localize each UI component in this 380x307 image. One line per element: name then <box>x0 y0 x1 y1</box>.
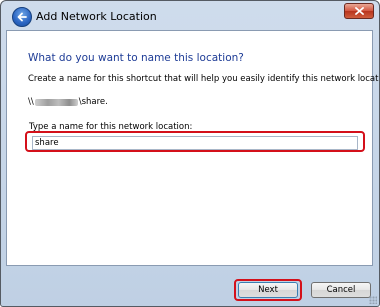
name-field-highlight <box>25 131 365 152</box>
wizard-content: Add Network Location What do you want to… <box>6 7 379 266</box>
location-name-input[interactable] <box>32 136 358 150</box>
path-suffix: \share. <box>78 97 108 107</box>
page-heading: What do you want to name this location? <box>28 52 244 64</box>
window-title: Add Network Location <box>36 10 157 23</box>
cancel-button[interactable]: Cancel <box>311 282 371 298</box>
button-bar: Next Cancel <box>1 266 379 306</box>
network-path: \\ \share. <box>28 97 108 107</box>
redacted-host <box>34 98 78 106</box>
resize-grip[interactable] <box>369 296 377 304</box>
back-button[interactable] <box>12 7 32 27</box>
instruction-text: Create a name for this shortcut that wil… <box>28 74 380 84</box>
path-prefix: \\ <box>28 97 34 107</box>
close-icon <box>355 7 364 15</box>
close-button[interactable] <box>344 3 374 19</box>
add-network-location-window: Add Network Location What do you want to… <box>0 0 380 307</box>
next-button[interactable]: Next <box>238 282 298 298</box>
back-arrow-icon <box>17 12 27 22</box>
